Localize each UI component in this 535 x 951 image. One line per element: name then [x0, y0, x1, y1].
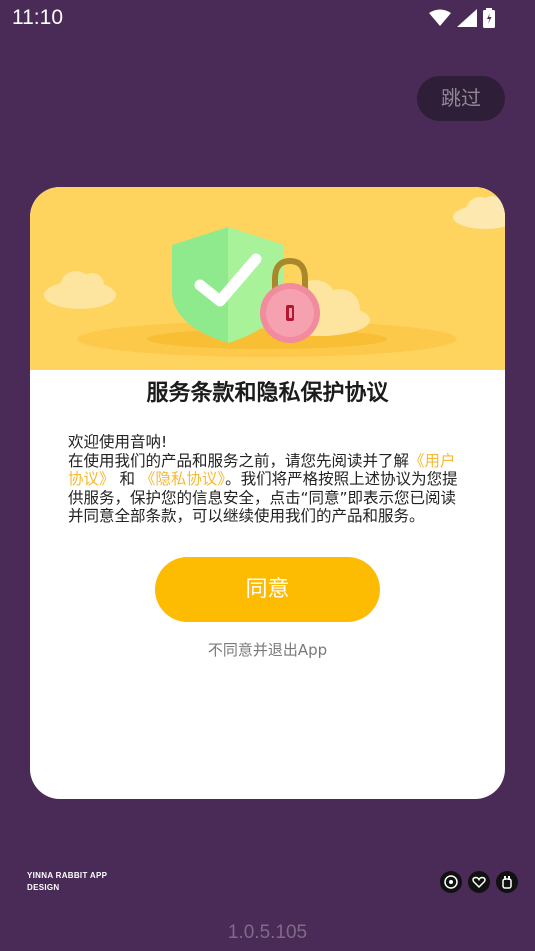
social-icons: [440, 871, 518, 893]
privacy-agreement-link[interactable]: 《隐私协议》: [140, 470, 225, 488]
dialog-banner: [30, 187, 505, 370]
intro-text: 在使用我们的产品和服务之前，请您先阅读并了解: [68, 451, 410, 470]
app-version: 1.0.5.105: [227, 922, 308, 943]
and-text: 和: [119, 470, 135, 488]
system-icons: [429, 8, 495, 28]
brand-line-2: DESIGN: [27, 883, 60, 892]
brand-logo-text: YINNA RABBIT APP DESIGN: [27, 870, 107, 894]
cellular-signal-icon: [457, 9, 477, 27]
dialog-title: 服务条款和隐私保护协议: [146, 381, 389, 406]
banner-illustration: [44, 196, 505, 357]
battery-icon: [483, 8, 495, 28]
terms-dialog: 服务条款和隐私保护协议 欢迎使用音呐! 在使用我们的产品和服务之前，请您先阅读并…: [30, 187, 505, 799]
cloud-icon: [453, 196, 505, 229]
greeting-text: 欢迎使用音呐!: [68, 433, 168, 451]
status-time: 11:10: [12, 6, 63, 29]
rabbit-icon[interactable]: [496, 871, 518, 893]
brand-line-1: YINNA RABBIT APP: [27, 871, 108, 880]
decline-and-exit-link[interactable]: 不同意并退出App: [30, 639, 505, 660]
heart-icon[interactable]: [468, 871, 490, 893]
agree-button[interactable]: 同意: [155, 557, 380, 622]
skip-button[interactable]: 跳过: [417, 76, 505, 121]
music-icon[interactable]: [440, 871, 462, 893]
dialog-body: 欢迎使用音呐! 在使用我们的产品和服务之前，请您先阅读并了解《用户协议》 和 《…: [68, 433, 466, 526]
status-bar: 11:10: [0, 0, 535, 38]
wifi-icon: [429, 9, 451, 26]
